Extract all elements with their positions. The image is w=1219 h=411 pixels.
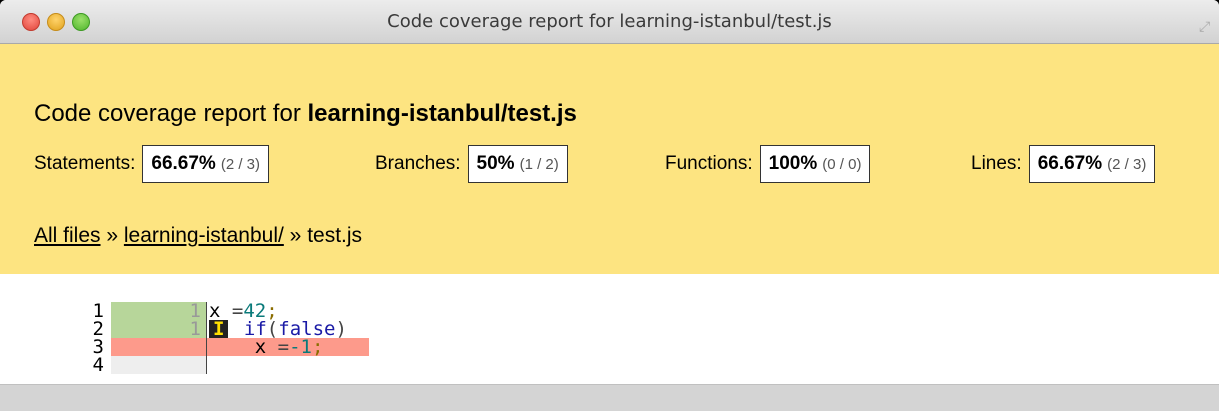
metric-lines: Lines: 66.67% (2 / 3): [971, 144, 1156, 184]
metric-label: Branches:: [375, 153, 461, 174]
footer-bar: [0, 384, 1219, 411]
line-source: [206, 356, 209, 374]
token-paren: ): [335, 318, 347, 340]
breadcrumb-dir-link[interactable]: learning-istanbul/: [124, 224, 284, 247]
code-listing: 1 1 x =42; 2 1 I if(false) 3 x =-1; 4: [0, 274, 1219, 384]
breadcrumb: All files » learning-istanbul/ » test.js: [34, 224, 362, 248]
metric-value-box: 50% (1 / 2): [467, 145, 568, 183]
title-bar: Code coverage report for learning-istanb…: [0, 0, 1219, 44]
metric-value-box: 100% (0 / 0): [759, 145, 871, 183]
metric-frac: (2 / 3): [1107, 155, 1147, 173]
breadcrumb-separator: »: [100, 224, 124, 247]
metric-label: Functions:: [665, 153, 753, 174]
breadcrumb-all-files-link[interactable]: All files: [34, 224, 101, 247]
metric-branches: Branches: 50% (1 / 2): [375, 144, 568, 184]
metric-label: Lines:: [971, 153, 1022, 174]
hit-count: 1: [111, 320, 206, 339]
metric-value-box: 66.67% (2 / 3): [1028, 145, 1156, 183]
token-op: =: [266, 336, 290, 358]
metric-frac: (0 / 0): [822, 155, 862, 173]
token-var: x: [254, 336, 267, 358]
code-line: 2 1 I if(false): [0, 318, 1219, 340]
code-line: 4: [0, 354, 1219, 376]
metric-pct: 66.67%: [1037, 153, 1103, 174]
page-title-file: learning-istanbul/test.js: [307, 100, 577, 127]
metric-frac: (1 / 2): [519, 155, 559, 173]
line-number: 4: [92, 354, 104, 376]
fullscreen-icon[interactable]: ⤢: [1199, 18, 1217, 36]
page-title-prefix: Code coverage report for: [34, 100, 308, 127]
metric-label: Statements:: [34, 153, 136, 174]
coverage-metrics: Statements: 66.67% (2 / 3) Branches: 50%…: [34, 144, 1219, 184]
metric-frac: (2 / 3): [220, 155, 261, 173]
page-title: Code coverage report for learning-istanb…: [34, 100, 577, 128]
code-line: 3 x =-1;: [0, 336, 1219, 358]
metric-pct: 50%: [476, 153, 515, 174]
report-window: Code coverage report for learning-istanb…: [0, 0, 1219, 411]
token-semicolon: ;: [312, 336, 324, 358]
window-title: Code coverage report for learning-istanb…: [387, 11, 832, 32]
metric-functions: Functions: 100% (0 / 0): [665, 144, 871, 184]
breadcrumb-current-file: test.js: [307, 224, 363, 247]
hit-count: [111, 338, 206, 356]
metric-statements: Statements: 66.67% (2 / 3): [34, 144, 270, 184]
token-number: -1: [289, 336, 312, 358]
metric-value-box: 66.67% (2 / 3): [142, 145, 270, 183]
metric-pct: 100%: [768, 153, 818, 174]
hit-count: [111, 356, 206, 374]
code-line: 1 1 x =42;: [0, 302, 1219, 321]
breadcrumb-separator: »: [283, 224, 308, 247]
coverage-header: Code coverage report for learning-istanb…: [0, 44, 1219, 274]
line-source: x =-1;: [206, 336, 369, 358]
metric-pct: 66.67%: [151, 153, 216, 174]
